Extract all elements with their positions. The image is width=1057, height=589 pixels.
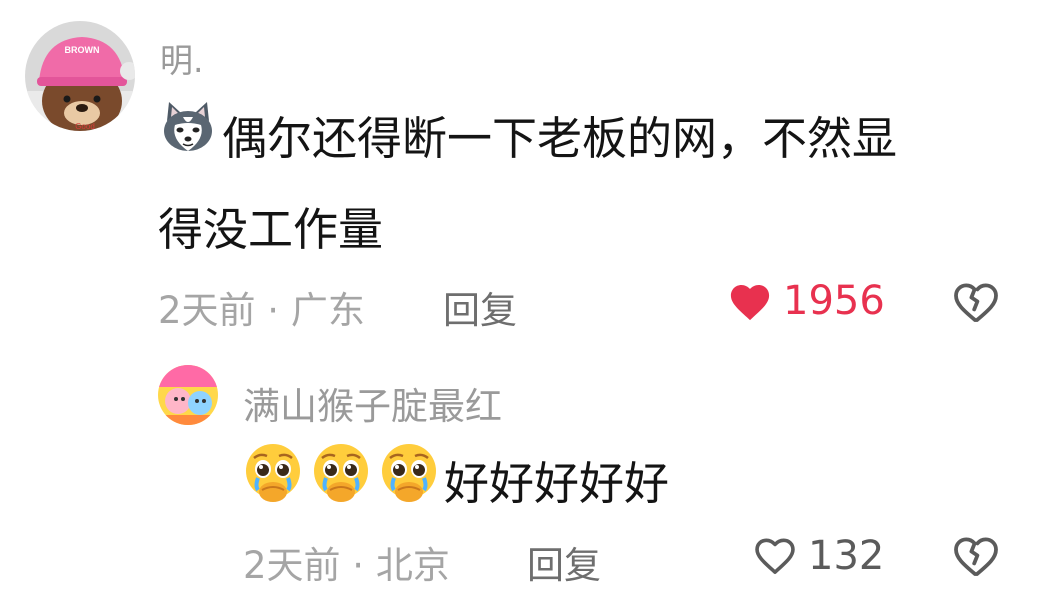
svg-text:Good: Good — [75, 122, 95, 131]
cartoon-avatar-image — [158, 365, 218, 425]
reply-button[interactable]: 回复 — [527, 535, 601, 589]
comment-text-line-1: 偶尔还得断一下老板的网，不然显 — [222, 112, 898, 165]
pleading-face-icon — [240, 440, 306, 506]
comment-username[interactable]: 满山猴子腚最红 — [243, 376, 502, 430]
comment-time-location: 2天前 · 广东 — [158, 289, 365, 332]
reply-button[interactable]: 回复 — [443, 280, 517, 334]
avatar[interactable] — [158, 365, 218, 425]
like-count: 1956 — [783, 278, 885, 324]
heart-filled-icon[interactable] — [727, 280, 773, 322]
comment-text: 好好好好好 — [444, 457, 670, 510]
avatar[interactable]: BROWN Good — [25, 21, 135, 131]
avatar-badge-text: BROWN — [65, 45, 100, 55]
husky-dog-icon — [159, 99, 217, 157]
emoji-group — [240, 440, 442, 506]
broken-heart-icon[interactable] — [950, 279, 1000, 323]
comment-time-location: 2天前 · 北京 — [243, 544, 450, 587]
pleading-face-icon — [308, 440, 374, 506]
like-count: 132 — [808, 533, 885, 579]
pleading-face-icon — [376, 440, 442, 506]
comment-text-line-2: 得没工作量 — [158, 203, 384, 256]
broken-heart-icon[interactable] — [950, 533, 1000, 577]
brown-bear-avatar-image: BROWN Good — [25, 21, 135, 131]
comment-username[interactable]: 明. — [160, 34, 204, 82]
heart-outline-icon[interactable] — [752, 534, 798, 576]
